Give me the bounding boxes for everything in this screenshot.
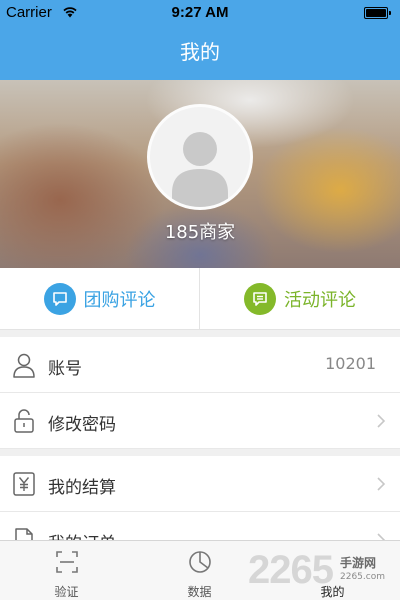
chevron-right-icon: [377, 477, 386, 491]
tab-data[interactable]: 数据: [133, 541, 266, 600]
review-buttons-row: 团购评论 活动评论: [0, 268, 400, 330]
pie-chart-icon: [189, 551, 211, 573]
settlement-row[interactable]: 我的结算: [0, 456, 400, 512]
account-label: 账号: [48, 359, 82, 379]
activity-review-label: 活动评论: [284, 290, 356, 311]
profile-name: 185商家: [164, 222, 236, 243]
site-watermark: 2265 手游网 2265.com: [248, 548, 398, 596]
app-screen: Carrier 9:27 AM 我的 185商家 团购评论 活动评论 账号 10…: [0, 0, 400, 600]
watermark-url: 2265.com: [340, 572, 385, 582]
battery-icon: [364, 7, 391, 19]
group-buy-review-button[interactable]: 团购评论: [0, 268, 200, 330]
account-row[interactable]: 账号 10201: [0, 337, 400, 393]
clock-time: 9:27 AM: [171, 4, 229, 21]
change-password-row[interactable]: 修改密码: [0, 393, 400, 449]
status-bar: Carrier 9:27 AM: [0, 0, 400, 26]
message-lines-icon: [244, 283, 276, 315]
unlock-icon: [14, 409, 34, 433]
settlement-label: 我的结算: [48, 478, 116, 498]
user-outline-icon: [13, 353, 35, 378]
group-buy-review-label: 团购评论: [83, 290, 156, 311]
avatar[interactable]: [147, 104, 253, 210]
account-value: 10201: [325, 354, 376, 373]
tab-verify[interactable]: 验证: [0, 541, 133, 600]
change-password-label: 修改密码: [48, 415, 116, 435]
activity-review-button[interactable]: 活动评论: [200, 268, 400, 330]
chevron-right-icon: [377, 414, 386, 428]
nav-bar: 我的: [0, 26, 400, 80]
tab-verify-label: 验证: [54, 585, 79, 599]
page-title: 我的: [180, 40, 220, 64]
scan-icon: [56, 551, 78, 573]
user-placeholder-icon: [172, 132, 228, 207]
watermark-logo: 2265: [248, 548, 334, 592]
chat-bubble-icon: [43, 283, 76, 315]
profile-header: 185商家: [0, 80, 400, 268]
watermark-cn-text: 手游网: [340, 556, 377, 570]
tab-data-label: 数据: [187, 585, 212, 599]
yen-icon: [13, 472, 35, 496]
